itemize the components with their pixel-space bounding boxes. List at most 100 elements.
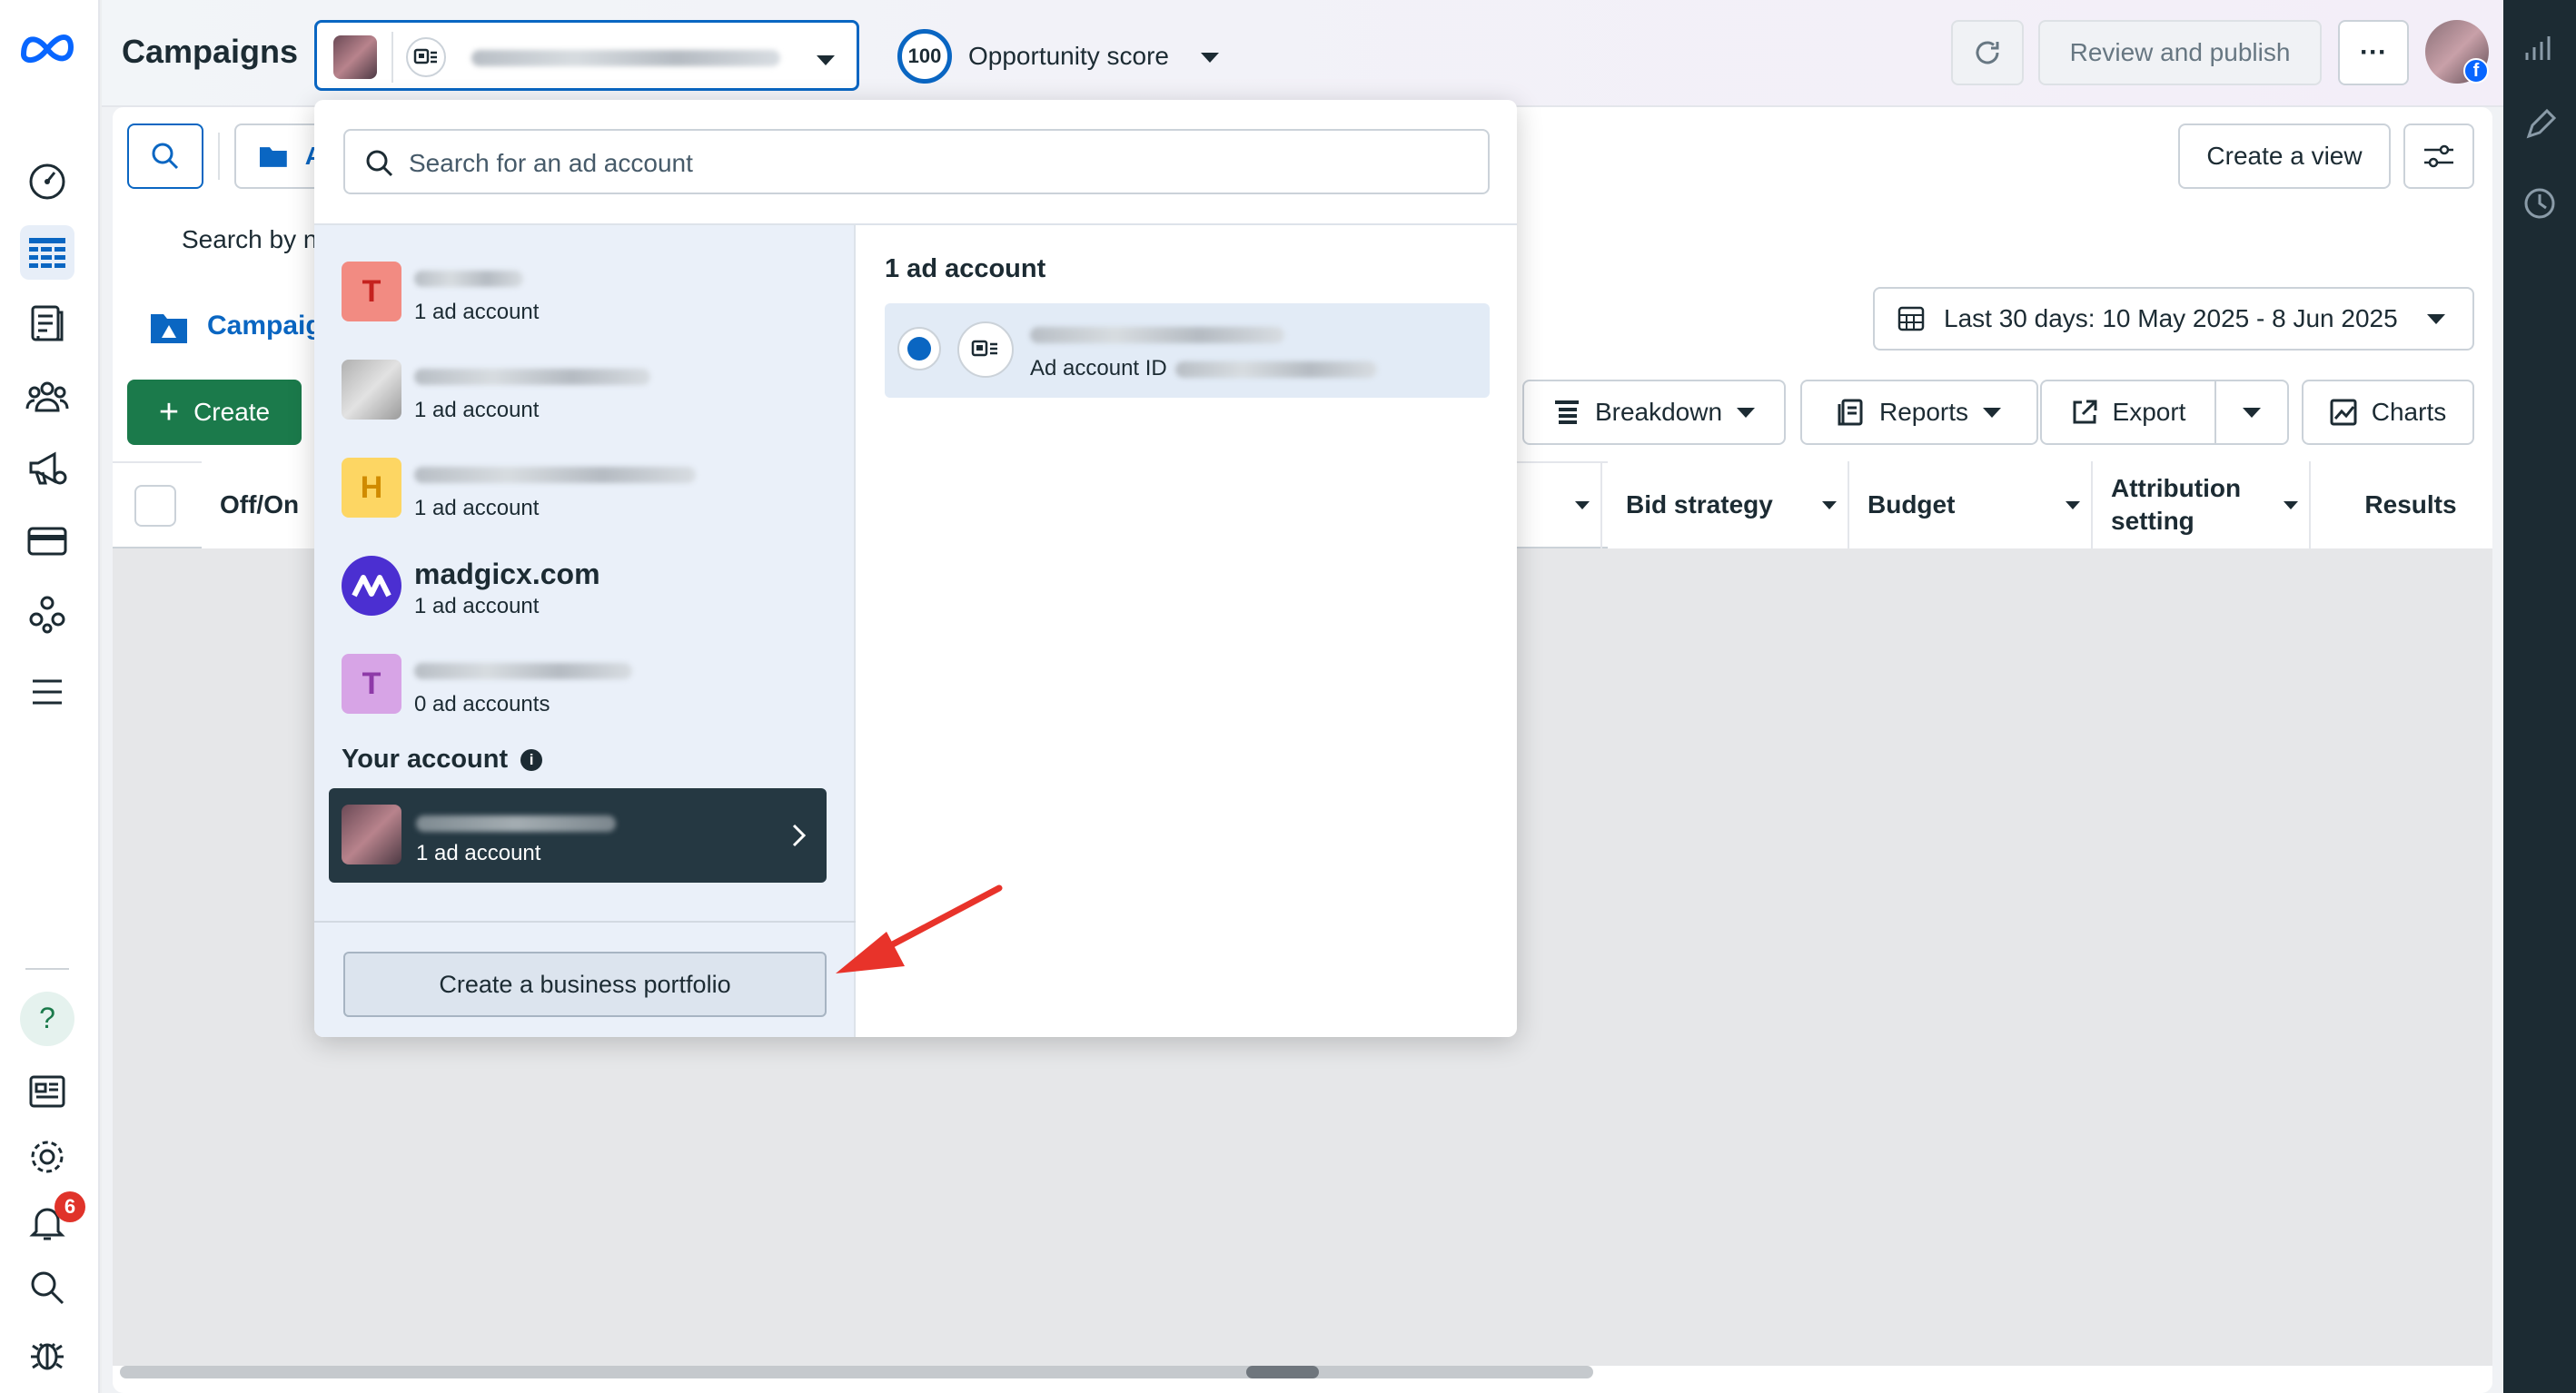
customize-settings-button[interactable] xyxy=(2403,123,2474,189)
date-chevron-icon xyxy=(2426,313,2445,324)
breakdown-label: Breakdown xyxy=(1594,398,1723,426)
refresh-icon xyxy=(1976,41,1999,64)
export-button[interactable]: Export xyxy=(2040,380,2216,445)
portfolio-count: 0 ad accounts xyxy=(414,692,550,716)
select-all-checkbox[interactable] xyxy=(134,485,176,527)
ad-account-name-redacted xyxy=(1030,327,1284,343)
news-icon[interactable] xyxy=(20,1064,74,1119)
portfolio-count: 1 ad account xyxy=(414,496,540,520)
portfolio-name-redacted xyxy=(414,369,650,385)
your-account-item[interactable]: 1 ad account xyxy=(329,788,827,883)
account-search-field[interactable]: Search for an ad account xyxy=(343,129,1490,194)
create-business-portfolio-button[interactable]: Create a business portfolio xyxy=(343,952,827,1017)
portfolio-item[interactable]: 1 ad account xyxy=(342,360,850,441)
column-header[interactable]: Attribution setting xyxy=(2093,461,2311,548)
column-sort-chevron-icon[interactable] xyxy=(1517,461,1602,548)
your-account-avatar xyxy=(342,805,401,864)
pages-icon[interactable] xyxy=(20,296,74,351)
meta-logo[interactable] xyxy=(18,27,76,67)
calendar-icon xyxy=(1897,306,1925,331)
breakdown-chevron-icon xyxy=(1737,407,1756,418)
bug-report-icon[interactable] xyxy=(20,1326,74,1380)
portfolio-count: 1 ad account xyxy=(414,300,540,324)
create-button[interactable]: + Create xyxy=(127,380,302,445)
folder-tab-button[interactable]: A xyxy=(234,123,325,189)
portfolio-count: 1 ad account xyxy=(414,594,540,618)
export-icon xyxy=(2073,400,2097,424)
campaigns-table-icon[interactable] xyxy=(20,225,74,280)
search-input[interactable]: Search by n xyxy=(182,225,317,254)
portfolio-avatar xyxy=(342,360,401,420)
review-and-publish-button[interactable]: Review and publish xyxy=(2038,20,2322,85)
opportunity-score-gauge[interactable]: 100 xyxy=(897,29,952,84)
portfolio-avatar: T xyxy=(342,654,401,714)
more-options-button[interactable]: ··· xyxy=(2338,20,2409,85)
ad-account-row[interactable]: Ad account ID xyxy=(885,303,1490,398)
column-header[interactable]: Off/On xyxy=(202,461,320,548)
search-icon xyxy=(366,150,393,177)
business-tools-icon[interactable] xyxy=(20,587,74,641)
tab-campaigns-label: Campaig xyxy=(207,311,322,341)
date-range-picker[interactable]: Last 30 days: 10 May 2025 - 8 Jun 2025 xyxy=(1873,287,2474,351)
column-header[interactable]: Results xyxy=(2311,461,2492,548)
ad-account-icon xyxy=(957,321,1014,378)
dashboard-icon[interactable] xyxy=(20,153,74,207)
column-header-label: Budget xyxy=(1868,490,1956,519)
ad-account-selector[interactable] xyxy=(314,20,859,91)
horizontal-scrollbar-track[interactable] xyxy=(120,1366,1593,1378)
reports-chevron-icon xyxy=(1983,407,2002,418)
audiences-icon[interactable] xyxy=(20,369,74,423)
column-header[interactable]: Bid strategy xyxy=(1608,461,1849,548)
date-range-label: Last 30 days: 10 May 2025 - 8 Jun 2025 xyxy=(1944,304,2398,332)
campaigns-folder-icon xyxy=(151,314,187,343)
notification-badge: 6 xyxy=(54,1191,85,1222)
charts-button[interactable]: Charts xyxy=(2302,380,2474,445)
horizontal-scrollbar-thumb[interactable] xyxy=(1246,1366,1319,1378)
settings-gear-icon[interactable] xyxy=(20,1130,74,1184)
your-account-count: 1 ad account xyxy=(416,841,541,865)
help-icon[interactable]: ? xyxy=(20,992,74,1046)
portfolio-item[interactable]: H 1 ad account xyxy=(342,458,850,539)
ad-account-radio[interactable] xyxy=(897,327,941,370)
export-chevron-icon xyxy=(2243,407,2261,418)
sliders-icon xyxy=(2424,144,2453,168)
portfolio-name-redacted xyxy=(414,271,523,287)
portfolio-item[interactable]: T 1 ad account xyxy=(342,262,850,343)
your-account-label: Your account xyxy=(342,745,509,774)
ad-account-id-redacted xyxy=(1175,361,1377,378)
account-name-redacted xyxy=(471,50,780,66)
annotation-arrow-icon xyxy=(836,884,1003,973)
breakdown-button[interactable]: Breakdown xyxy=(1522,380,1786,445)
portfolio-avatar: H xyxy=(342,458,401,518)
info-icon[interactable]: i xyxy=(520,748,543,771)
portfolio-item[interactable]: T 0 ad accounts xyxy=(342,654,850,736)
search-toggle-button[interactable] xyxy=(127,123,203,189)
reports-button[interactable]: Reports xyxy=(1800,380,2038,445)
column-sort-chevron-icon xyxy=(2284,501,2298,509)
your-account-name-redacted xyxy=(416,815,616,832)
page-title: Campaigns xyxy=(122,33,299,70)
ad-accounts-heading: 1 ad account xyxy=(885,254,1046,283)
menu-hamburger-icon[interactable] xyxy=(20,665,74,719)
opportunity-score-label[interactable]: Opportunity score xyxy=(968,42,1169,71)
create-view-button[interactable]: Create a view xyxy=(2178,123,2391,189)
radio-selected-dot xyxy=(907,337,931,361)
refresh-button[interactable] xyxy=(1951,20,2024,85)
portfolio-item[interactable]: madgicx.com 1 ad account xyxy=(342,556,850,637)
ads-manager-megaphone-icon[interactable] xyxy=(20,441,74,496)
portfolio-avatar: T xyxy=(342,262,401,321)
history-clock-icon[interactable] xyxy=(2522,185,2558,222)
opportunity-score-chevron-icon[interactable] xyxy=(1201,51,1219,67)
search-icon[interactable] xyxy=(20,1260,74,1315)
billing-card-icon[interactable] xyxy=(20,514,74,568)
madgicx-logo-icon xyxy=(342,556,401,616)
facebook-icon: f xyxy=(2463,58,2489,84)
reports-icon xyxy=(1838,399,1863,426)
edit-pencil-icon[interactable] xyxy=(2522,107,2558,143)
left-navigation: ? 6 xyxy=(0,0,100,1393)
analytics-bars-icon[interactable] xyxy=(2522,29,2558,65)
export-dropdown-button[interactable] xyxy=(2214,380,2289,445)
column-header[interactable]: Budget xyxy=(1849,461,2093,548)
account-search-input[interactable]: Search for an ad account xyxy=(409,149,693,178)
toolbar-divider xyxy=(218,133,220,180)
